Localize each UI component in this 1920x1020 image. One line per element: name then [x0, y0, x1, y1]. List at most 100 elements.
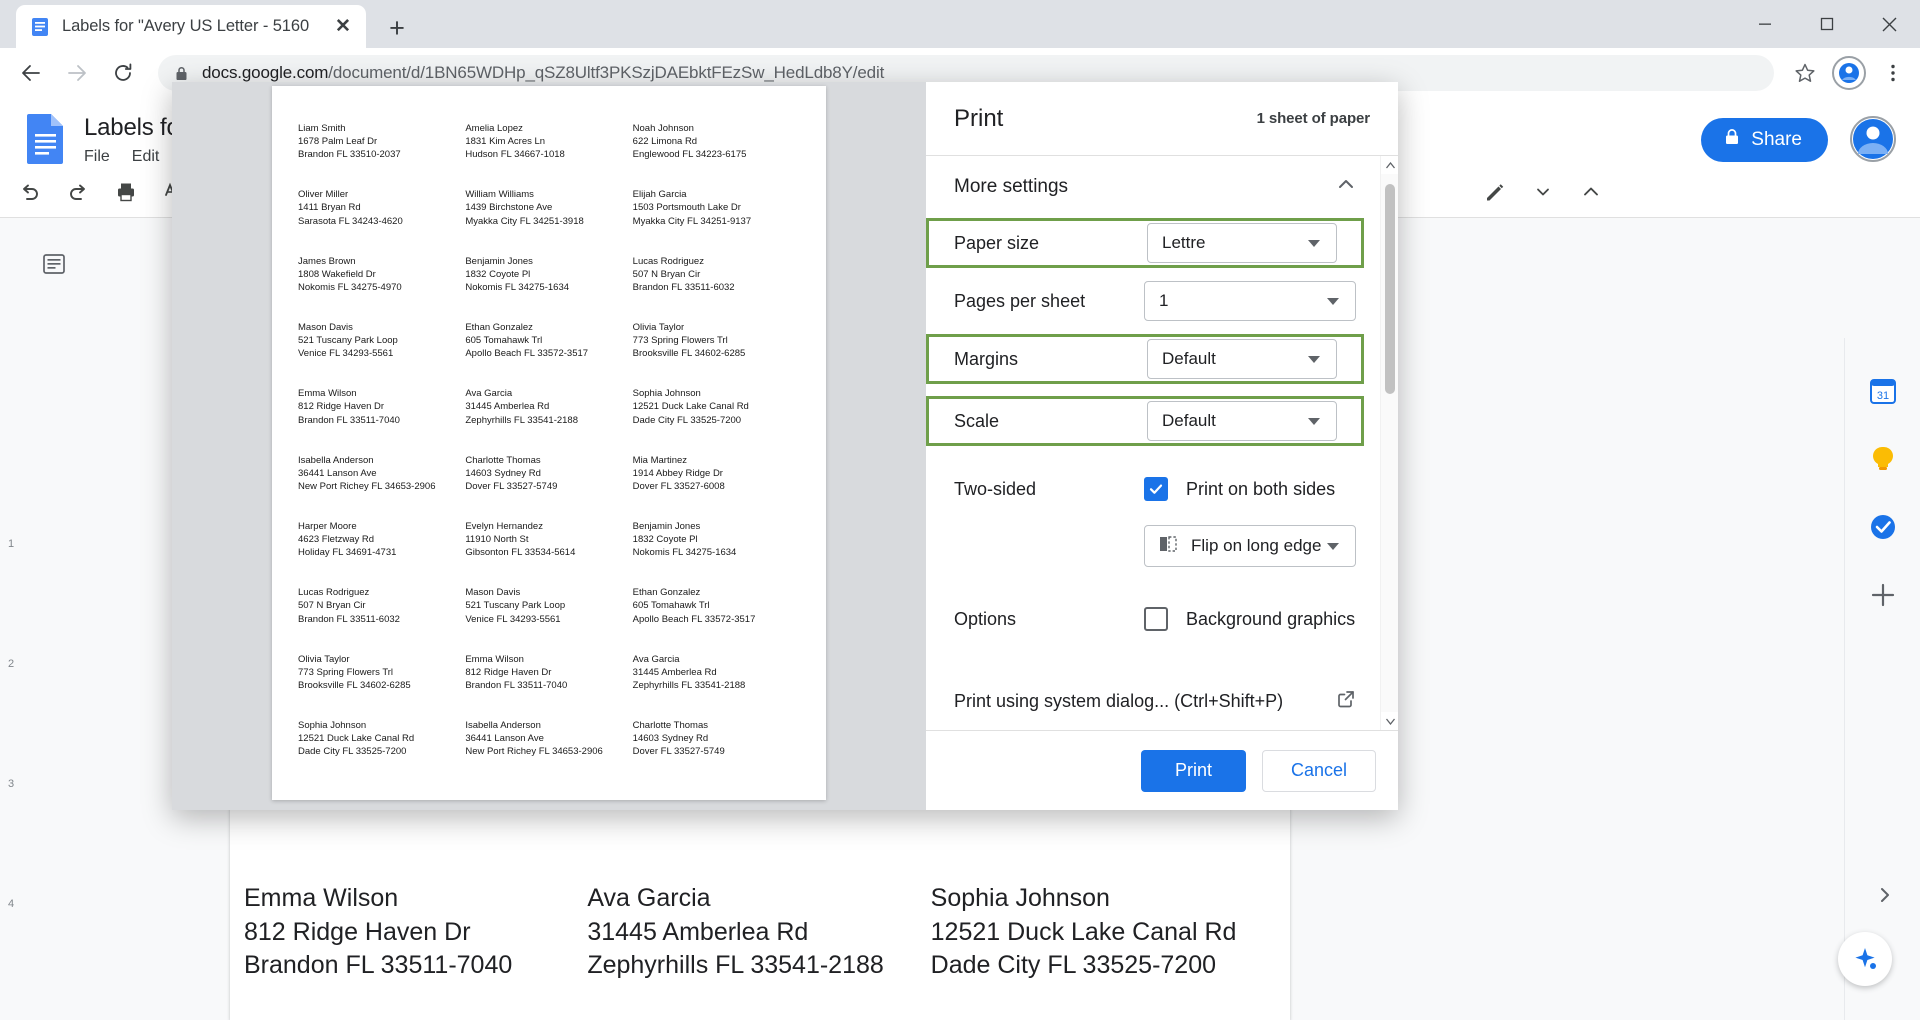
chevron-down-icon — [1327, 297, 1339, 305]
print-on-both-sides-checkbox[interactable] — [1144, 477, 1168, 501]
preview-label-name: Lucas Rodriguez — [298, 587, 370, 599]
preview-label-name: Mason Davis — [465, 587, 521, 599]
preview-label-city: Apollo Beach FL 33572-3517 — [632, 613, 756, 625]
setting-row-paper-size[interactable]: Paper size Lettre — [926, 218, 1364, 268]
preview-label-city: Apollo Beach FL 33572-3517 — [465, 348, 589, 360]
browser-tab-strip: Labels for "Avery US Letter - 5160 ✕ + — [0, 0, 1920, 48]
background-graphics-checkbox[interactable] — [1144, 607, 1168, 631]
scale-select[interactable]: Default — [1147, 401, 1337, 441]
profile-avatar[interactable] — [1832, 56, 1866, 90]
preview-label-street: 1503 Portsmouth Lake Dr — [632, 202, 741, 214]
url-host: docs.google.com — [202, 63, 329, 82]
window-controls — [1734, 0, 1920, 48]
menu-item-file[interactable]: File — [84, 148, 110, 166]
google-calendar-icon[interactable]: 31 — [1862, 370, 1904, 412]
margins-select[interactable]: Default — [1147, 339, 1337, 379]
explore-button[interactable] — [1838, 932, 1892, 986]
reload-button-icon[interactable] — [106, 56, 140, 90]
two-sided-label: Two-sided — [954, 478, 1037, 499]
preview-label-name: James Brown — [298, 255, 356, 267]
preview-label: Charlotte Thomas 14603 Sydney Rd Dover FL … — [465, 454, 632, 493]
preview-label: William Williams 1439 Birchstone Ave Myakk… — [465, 188, 632, 227]
scale-label: Scale — [954, 410, 1000, 431]
hide-menus-chevron-up-icon[interactable] — [1573, 174, 1609, 210]
chevron-down-icon — [1327, 542, 1339, 550]
preview-label-name: Mia Martinez — [632, 454, 688, 466]
chevron-up-icon[interactable] — [1336, 174, 1356, 200]
preview-label-street: 4623 Fletzway Rd — [298, 534, 375, 546]
preview-label-name: Ethan Gonzalez — [465, 321, 533, 333]
bookmark-star-icon[interactable] — [1788, 56, 1822, 90]
settings-scrollbar[interactable] — [1380, 156, 1398, 730]
document-outline-icon[interactable] — [36, 246, 72, 282]
setting-row-scale[interactable]: Scale Default — [926, 396, 1364, 446]
preview-label-street: 773 Spring Flowers Trl — [298, 666, 394, 678]
editing-mode-pencil-icon[interactable] — [1477, 174, 1513, 210]
print-using-system-dialog-link[interactable]: Print using system dialog... (Ctrl+Shift… — [926, 672, 1380, 730]
google-tasks-icon[interactable] — [1862, 506, 1904, 548]
setting-row-two-sided: Two-sided Print on both sides — [926, 460, 1380, 518]
ruler-mark-1: 1 — [8, 538, 15, 550]
browser-tab[interactable]: Labels for "Avery US Letter - 5160 ✕ — [16, 5, 366, 48]
scrollbar-down-arrow-icon[interactable] — [1381, 712, 1398, 730]
scale-value: Default — [1162, 411, 1216, 430]
paper-size-select[interactable]: Lettre — [1147, 223, 1337, 263]
window-minimize-button[interactable] — [1734, 0, 1796, 48]
redo-icon[interactable] — [60, 174, 96, 210]
document-title[interactable]: Labels fo — [84, 114, 180, 142]
preview-label: Benjamin Jones 1832 Coyote Pl Nokomis FL 3… — [633, 520, 800, 559]
chevron-down-icon — [1308, 355, 1320, 363]
browser-menu-icon[interactable] — [1876, 56, 1910, 90]
window-close-button[interactable] — [1858, 0, 1920, 48]
google-keep-icon[interactable] — [1862, 438, 1904, 480]
more-settings-toggle[interactable]: More settings — [926, 156, 1380, 218]
document-label: Ava Garcia 31445 Amberlea Rd Zephyrhills… — [587, 882, 930, 983]
preview-label: Evelyn Hernandez 11910 North St Gibsonton … — [465, 520, 632, 559]
preview-label: Emma Wilson 812 Ridge Haven Dr Brandon FL … — [465, 653, 632, 692]
preview-label: Liam Smith 1678 Palm Leaf Dr Brandon FL 33… — [298, 122, 465, 161]
lock-share-icon — [1723, 128, 1741, 152]
preview-label-city: Brandon FL 33511-6032 — [632, 281, 735, 293]
add-on-plus-icon[interactable] — [1862, 574, 1904, 616]
preview-label: Amelia Lopez 1831 Kim Acres Ln Hudson FL 3… — [465, 122, 632, 161]
window-maximize-button[interactable] — [1796, 0, 1858, 48]
preview-label-city: Englewood FL 34223-6175 — [632, 149, 747, 161]
margins-value: Default — [1162, 349, 1216, 368]
preview-label-city: Dover FL 33527-6008 — [632, 480, 725, 492]
scrollbar-up-arrow-icon[interactable] — [1381, 156, 1398, 174]
back-button-icon[interactable] — [14, 56, 48, 90]
editing-mode-chevron-down-icon[interactable] — [1525, 174, 1561, 210]
preview-label-street: 14603 Sydney Rd — [465, 467, 541, 479]
print-icon[interactable] — [108, 174, 144, 210]
share-button[interactable]: Share — [1701, 118, 1828, 162]
forward-button-icon[interactable] — [60, 56, 94, 90]
setting-row-margins[interactable]: Margins Default — [926, 334, 1364, 384]
menu-item-edit[interactable]: Edit — [132, 148, 160, 166]
cancel-button[interactable]: Cancel — [1261, 749, 1376, 792]
preview-label-street: 1439 Birchstone Ave — [465, 202, 553, 214]
pages-per-sheet-select[interactable]: 1 — [1144, 281, 1356, 321]
new-tab-button[interactable]: + — [380, 11, 414, 45]
address-bar-url: docs.google.com/document/d/1BN65WDHp_qSZ… — [202, 63, 1760, 83]
setting-row-pages-per-sheet[interactable]: Pages per sheet 1 — [926, 268, 1380, 334]
tab-close-icon[interactable]: ✕ — [330, 14, 356, 40]
print-button[interactable]: Print — [1140, 749, 1246, 792]
preview-label: Lucas Rodriguez 507 N Bryan Cir Brandon FL… — [633, 255, 800, 294]
external-link-icon[interactable] — [1336, 689, 1356, 714]
preview-label-street: 773 Spring Flowers Trl — [632, 335, 728, 347]
system-dialog-label: Print using system dialog... (Ctrl+Shift… — [954, 690, 1284, 711]
flip-edge-select[interactable]: Flip on long edge — [1144, 525, 1356, 567]
preview-label-street: 521 Tuscany Park Loop — [465, 600, 566, 612]
user-avatar[interactable] — [1850, 116, 1896, 162]
preview-label-street: 622 Limona Rd — [632, 136, 698, 148]
screen: Labels for "Avery US Letter - 5160 ✕ + d… — [0, 0, 1920, 1020]
preview-label-name: Noah Johnson — [632, 123, 694, 134]
preview-label: Sophia Johnson 12521 Duck Lake Canal Rd Da… — [298, 719, 465, 758]
paper-size-value: Lettre — [1162, 233, 1206, 252]
label-street: 31445 Amberlea Rd — [587, 917, 809, 946]
preview-label-name: Benjamin Jones — [465, 255, 533, 267]
preview-label-city: Brandon FL 33511-7040 — [298, 414, 400, 426]
scrollbar-thumb[interactable] — [1385, 184, 1395, 394]
undo-icon[interactable] — [12, 174, 48, 210]
rail-expand-chevron-right-icon[interactable] — [1868, 878, 1902, 912]
